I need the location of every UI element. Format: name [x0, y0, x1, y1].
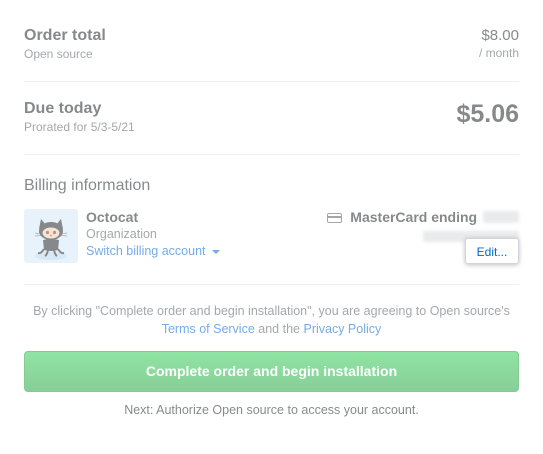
order-price-block: $8.00 / month	[479, 27, 519, 60]
divider	[24, 154, 519, 155]
due-today-title: Due today	[24, 100, 102, 117]
next-step-text: Next: Authorize Open source to access yo…	[124, 403, 419, 417]
order-price: $8.00	[481, 27, 519, 44]
edit-button-layer: Edit...	[24, 209, 519, 265]
complete-order-button[interactable]: Complete order and begin installation	[24, 351, 519, 392]
order-plan-name: Open source	[24, 47, 93, 61]
divider	[24, 81, 519, 82]
order-period: / month	[478, 46, 519, 60]
terms-of-service-link[interactable]: Terms of Service	[162, 322, 255, 336]
order-total-row: Order total Open source $8.00 / month	[24, 27, 519, 67]
agreement-text: By clicking "Complete order and begin in…	[24, 302, 519, 338]
divider	[24, 284, 519, 285]
privacy-policy-link[interactable]: Privacy Policy	[303, 322, 381, 336]
due-amount-block: $5.06	[456, 100, 519, 129]
due-amount: $5.06	[456, 100, 519, 128]
billing-heading-text: Billing information	[24, 177, 151, 194]
order-total-title: Order total	[24, 27, 106, 44]
agreement-middle: and the	[258, 322, 300, 336]
edit-payment-button[interactable]: Edit...	[465, 238, 519, 264]
billing-heading: Billing information	[24, 177, 519, 195]
due-today-row: Due today Prorated for 5/3-5/21 $5.06	[24, 100, 519, 140]
prorated-text: Prorated for 5/3-5/21	[24, 120, 135, 134]
agreement-prefix: By clicking "Complete order and begin in…	[33, 304, 510, 318]
checkout-page: Order total Open source $8.00 / month Du…	[0, 0, 543, 454]
